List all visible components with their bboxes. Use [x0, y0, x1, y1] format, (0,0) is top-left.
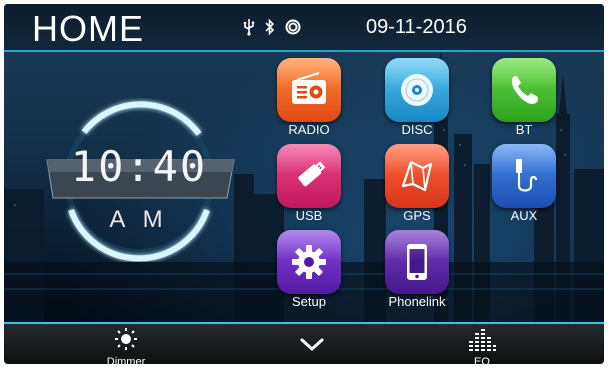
map-icon	[401, 160, 433, 192]
app-aux-label: AUX	[510, 208, 538, 223]
app-setup[interactable]: Setup	[274, 230, 344, 312]
clock-time: 10:40	[70, 142, 208, 191]
app-usb-label: USB	[295, 208, 323, 223]
eq-label: EQ	[474, 356, 490, 364]
equalizer-icon	[469, 329, 496, 351]
gear-icon	[292, 245, 326, 279]
disc-icon	[284, 18, 302, 41]
smartphone-icon	[407, 244, 427, 280]
phone-icon	[511, 76, 538, 104]
chevron-down-icon	[300, 338, 324, 351]
status-icons	[242, 18, 302, 41]
app-gps[interactable]: GPS	[382, 144, 452, 226]
app-bt-label: BT	[515, 122, 533, 137]
status-bar-divider	[4, 50, 604, 52]
aux-cable-icon	[516, 159, 538, 192]
app-disc-label: DISC	[401, 122, 433, 137]
app-radio-tile[interactable]	[277, 58, 341, 122]
radio-icon	[292, 72, 326, 104]
bluetooth-icon	[264, 18, 276, 41]
app-setup-tile[interactable]	[277, 230, 341, 294]
app-disc[interactable]: DISC	[382, 58, 452, 140]
disc-icon	[401, 74, 433, 106]
head-unit-screen: HOME 09-11-2016 10:40 A M RADIO DISC BT …	[4, 4, 604, 364]
app-radio-label: RADIO	[288, 122, 330, 137]
app-gps-tile[interactable]	[385, 144, 449, 208]
bottom-bar: Dimmer EQ	[4, 322, 604, 364]
app-phonelink-tile[interactable]	[385, 230, 449, 294]
app-aux[interactable]: AUX	[489, 144, 559, 226]
app-gps-label: GPS	[403, 208, 431, 223]
app-phonelink[interactable]: Phonelink	[378, 230, 456, 312]
sun-icon	[115, 328, 137, 350]
dimmer-button[interactable]: Dimmer	[96, 324, 156, 364]
usb-stick-icon	[298, 161, 326, 187]
app-bt[interactable]: BT	[489, 58, 559, 140]
app-radio[interactable]: RADIO	[274, 58, 344, 140]
app-setup-label: Setup	[292, 294, 326, 309]
app-aux-tile[interactable]	[492, 144, 556, 208]
usb-icon	[242, 18, 256, 41]
date-display: 09-11-2016	[366, 16, 467, 38]
expand-button[interactable]	[294, 324, 330, 364]
page-title: HOME	[32, 8, 144, 49]
clock-ampm: A M	[109, 206, 169, 233]
app-phonelink-label: Phonelink	[388, 294, 446, 309]
app-usb-tile[interactable]	[277, 144, 341, 208]
dimmer-label: Dimmer	[106, 356, 146, 364]
eq-button[interactable]: EQ	[462, 324, 502, 364]
app-bt-tile[interactable]	[492, 58, 556, 122]
app-disc-tile[interactable]	[385, 58, 449, 122]
app-usb[interactable]: USB	[274, 144, 344, 226]
